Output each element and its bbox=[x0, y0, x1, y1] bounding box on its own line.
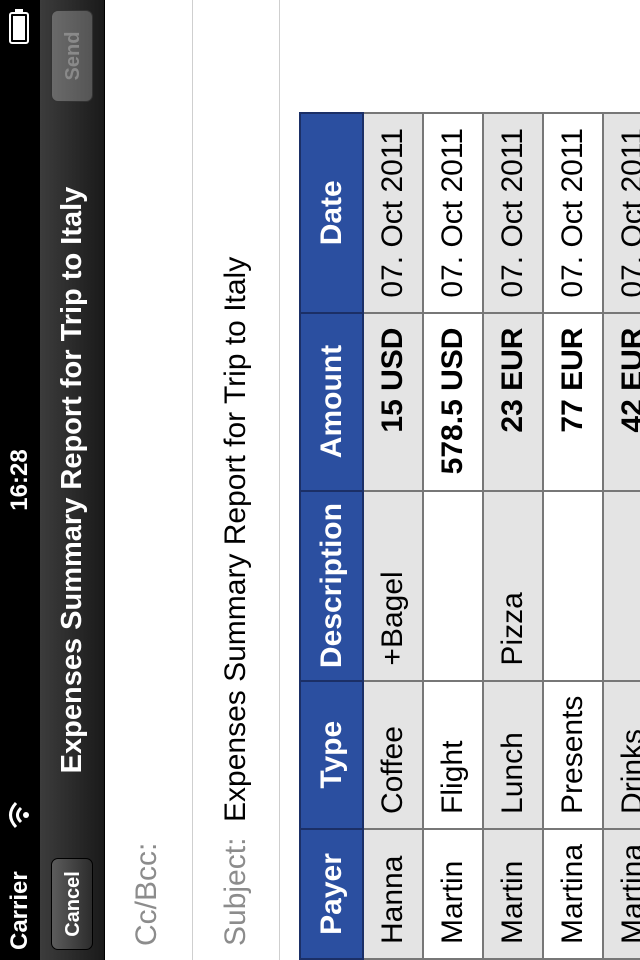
mail-compose-view: Carrier 16:28 Cancel Expenses Summary Re… bbox=[0, 0, 640, 960]
cell-amount: 23 EUR bbox=[483, 312, 543, 491]
header-payer: Payer bbox=[300, 828, 363, 959]
screen: Carrier 16:28 Cancel Expenses Summary Re… bbox=[0, 0, 640, 960]
table-row: Hanna Coffee +Bagel 15 USD 07. Oct 2011 bbox=[363, 113, 423, 959]
cell-description bbox=[603, 490, 640, 681]
cell-date: 07. Oct 2011 bbox=[363, 113, 423, 313]
header-amount: Amount bbox=[300, 312, 363, 491]
cc-bcc-label: Cc/Bcc: bbox=[130, 842, 163, 946]
cell-type: Drinks bbox=[603, 680, 640, 829]
cell-description: Pizza bbox=[483, 490, 543, 681]
cell-date: 07. Oct 2011 bbox=[543, 113, 603, 313]
navigation-bar: Cancel Expenses Summary Report for Trip … bbox=[40, 0, 105, 960]
subject-value[interactable]: Expenses Summary Report for Trip to Ital… bbox=[219, 257, 253, 822]
cell-payer: Hanna bbox=[363, 828, 423, 959]
cell-description: +Bagel bbox=[363, 490, 423, 681]
table-header-row: Payer Type Description Amount Date bbox=[300, 113, 363, 959]
cancel-button[interactable]: Cancel bbox=[51, 858, 93, 950]
cell-amount: 42 EUR bbox=[603, 312, 640, 491]
cell-payer: Martina bbox=[603, 828, 640, 959]
cell-description bbox=[543, 490, 603, 681]
cell-payer: Martin bbox=[483, 828, 543, 959]
battery-icon bbox=[9, 9, 29, 44]
cell-type: Lunch bbox=[483, 680, 543, 829]
header-description: Description bbox=[300, 490, 363, 681]
cell-type: Coffee bbox=[363, 680, 423, 829]
table-row: Martin Flight 578.5 USD 07. Oct 2011 bbox=[423, 113, 483, 959]
cell-payer: Martina bbox=[543, 828, 603, 959]
send-button[interactable]: Send bbox=[51, 10, 93, 102]
table-row: Martina Presents 77 EUR 07. Oct 2011 bbox=[543, 113, 603, 959]
header-type: Type bbox=[300, 680, 363, 829]
status-bar: Carrier 16:28 bbox=[0, 0, 40, 960]
cell-type: Presents bbox=[543, 680, 603, 829]
cell-amount: 578.5 USD bbox=[423, 312, 483, 491]
header-date: Date bbox=[300, 113, 363, 313]
cell-payer: Martin bbox=[423, 828, 483, 959]
cell-amount: 77 EUR bbox=[543, 312, 603, 491]
subject-label: Subject: bbox=[219, 837, 252, 946]
clock: 16:28 bbox=[6, 449, 33, 511]
cell-type: Flight bbox=[423, 680, 483, 829]
cell-amount: 15 USD bbox=[363, 312, 423, 491]
table-row: Martina Drinks 42 EUR 07. Oct 2011 bbox=[603, 113, 640, 959]
cell-description bbox=[423, 490, 483, 681]
cc-bcc-field[interactable]: Cc/Bcc: bbox=[104, 0, 193, 960]
cell-date: 07. Oct 2011 bbox=[603, 113, 640, 313]
subject-field[interactable]: Subject: Expenses Summary Report for Tri… bbox=[193, 0, 280, 960]
page-title: Expenses Summary Report for Trip to Ital… bbox=[56, 186, 88, 774]
body-separator bbox=[280, 0, 299, 960]
cell-date: 07. Oct 2011 bbox=[483, 113, 543, 313]
table-row: Martin Lunch Pizza 23 EUR 07. Oct 2011 bbox=[483, 113, 543, 959]
expense-table: Payer Type Description Amount Date Hanna… bbox=[299, 112, 640, 960]
cell-date: 07. Oct 2011 bbox=[423, 113, 483, 313]
